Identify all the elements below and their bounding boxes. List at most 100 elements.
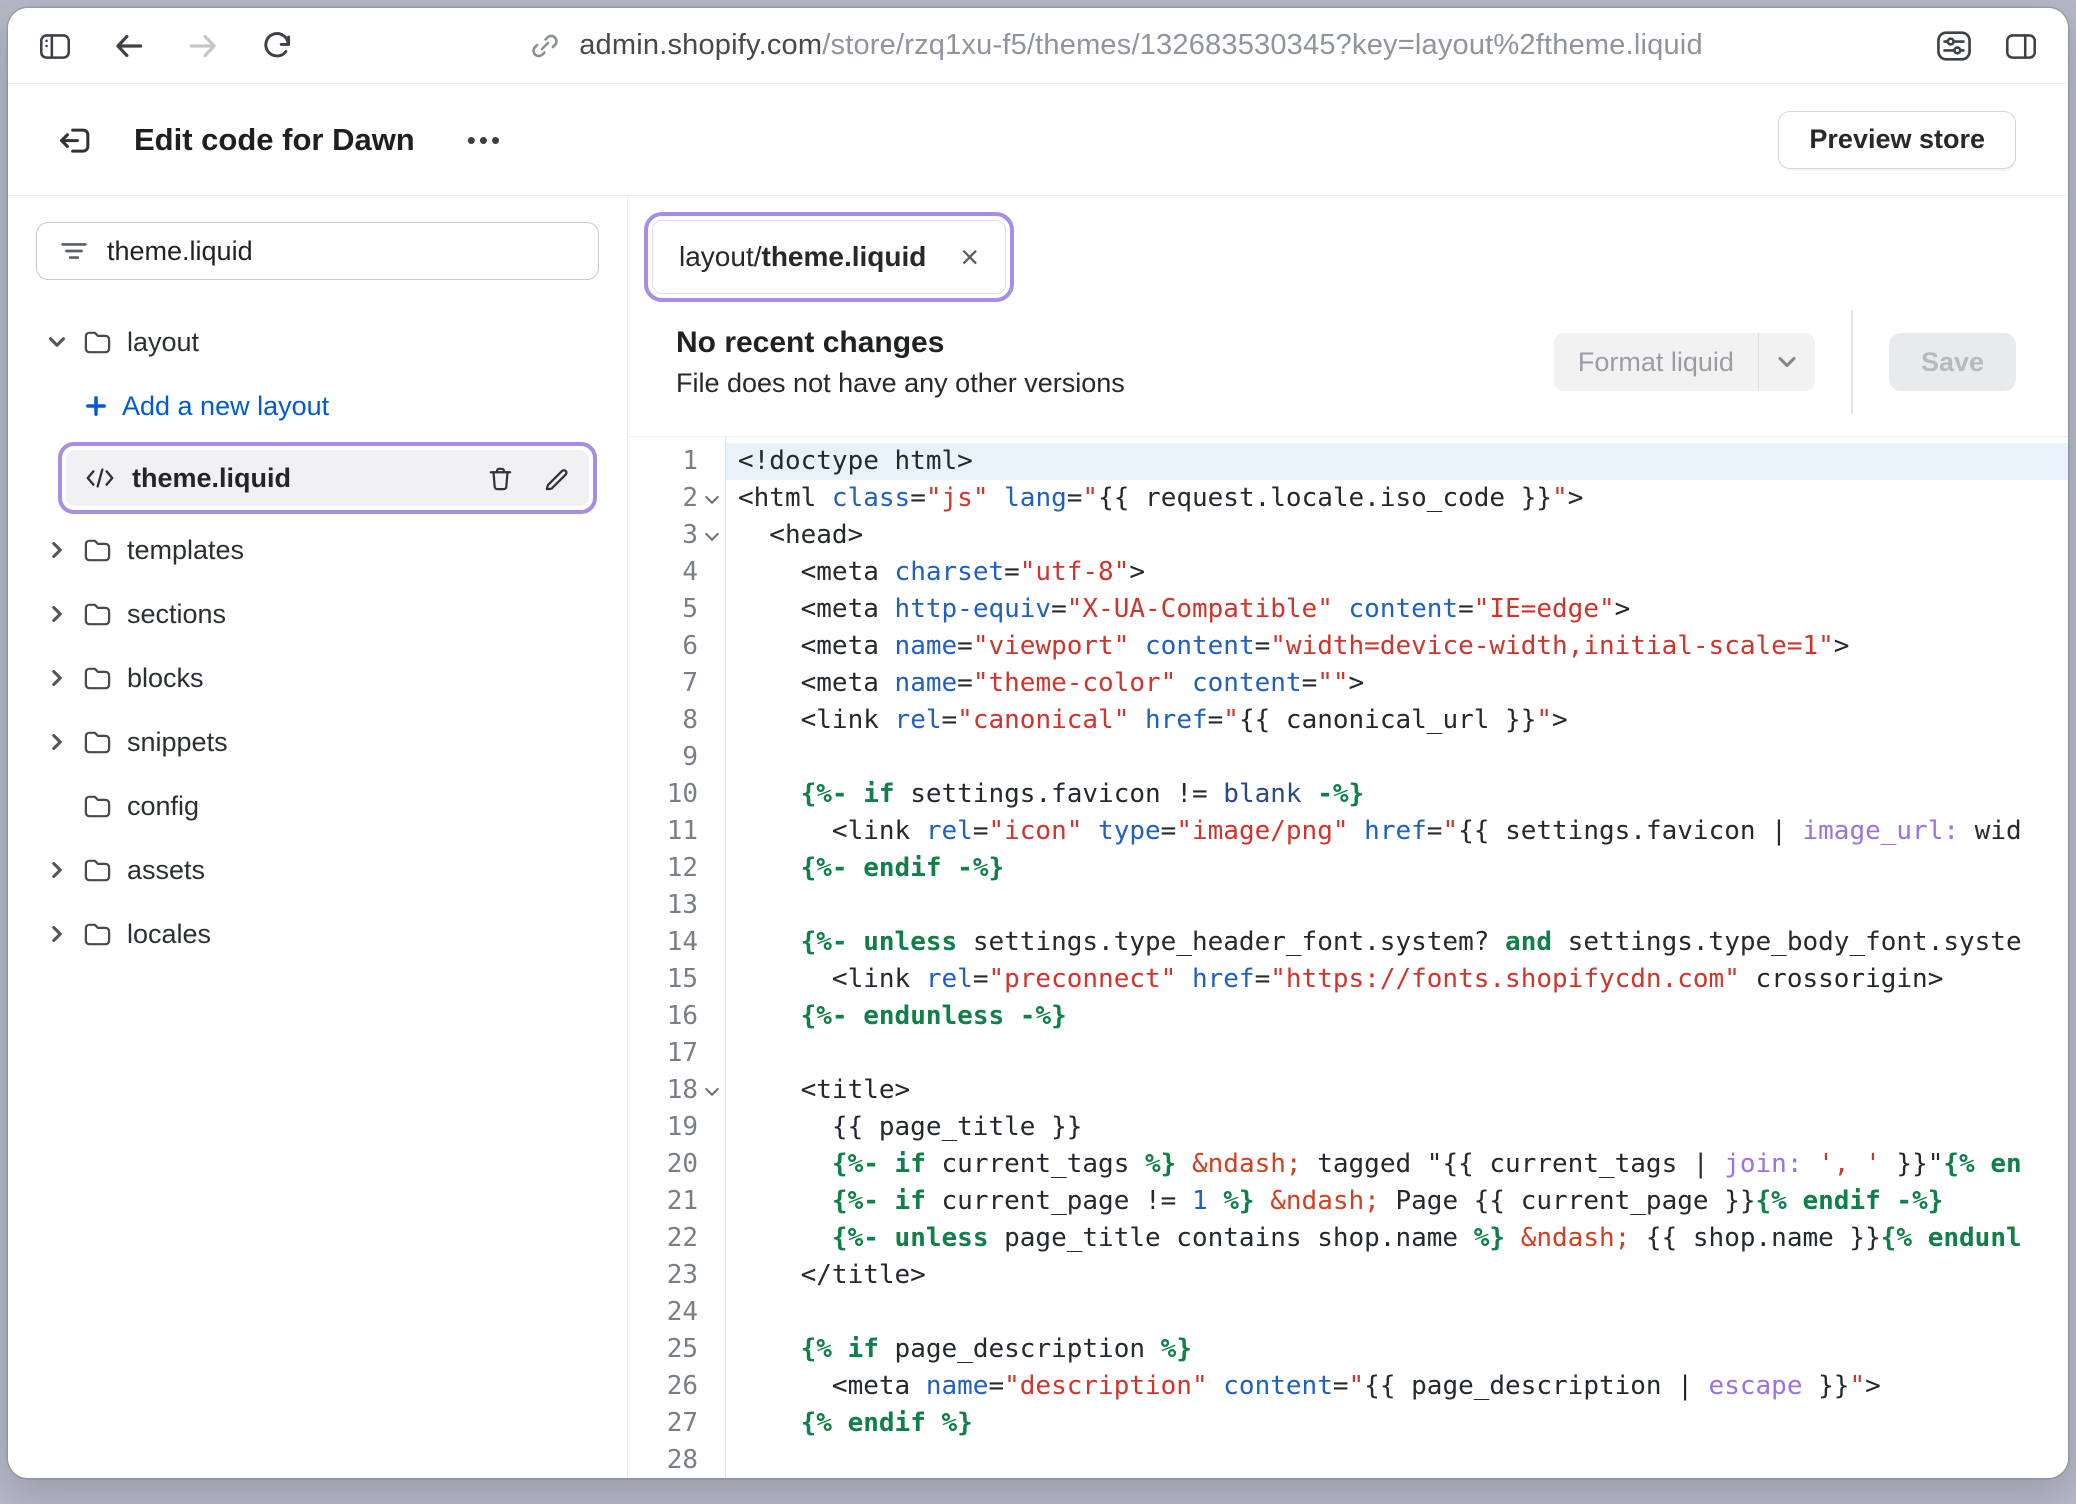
browser-customize-button[interactable] [1934,26,1974,66]
sidebar-item-templates[interactable]: templates [36,518,599,582]
line-number: 22 [628,1220,698,1257]
save-button[interactable]: Save [1889,333,2016,391]
exit-editor-button[interactable] [54,119,96,161]
code-line[interactable]: 8 <link rel="canonical" href="{{ canonic… [628,702,2068,739]
code-line[interactable]: 6 <meta name="viewport" content="width=d… [628,628,2068,665]
app-header: Edit code for Dawn ••• Preview store [8,84,2068,196]
add-new-layout-button[interactable]: Add a new layout [36,374,599,438]
tab-bar: layout/theme.liquid × [628,196,2068,302]
code-line[interactable]: 9 [628,739,2068,776]
chevron-right-icon[interactable] [42,857,72,883]
code-line[interactable]: 5 <meta http-equiv="X-UA-Compatible" con… [628,591,2068,628]
code-line[interactable]: 4 <meta charset="utf-8"> [628,554,2068,591]
url-bar[interactable]: admin.shopify.com/store/rzq1xu-f5/themes… [296,28,1934,64]
code-line[interactable]: 14 {%- unless settings.type_header_font.… [628,924,2068,961]
line-number: 2 [628,480,698,517]
back-button[interactable] [110,27,148,65]
folder-icon [82,327,113,358]
code-line[interactable]: 23 </title> [628,1257,2068,1294]
browser-sidebar-right-toggle-button[interactable] [2002,27,2040,65]
code-line[interactable]: 10 {%- if settings.favicon != blank -%} [628,776,2068,813]
sidebar-item-blocks[interactable]: blocks [36,646,599,710]
code-line[interactable]: 2<html class="js" lang="{{ request.local… [628,480,2068,517]
folder-label: layout [127,327,199,358]
code-editor[interactable]: 1<!doctype html>2<html class="js" lang="… [628,436,2068,1478]
code-line[interactable]: 25 {% if page_description %} [628,1331,2068,1368]
code-line[interactable]: 12 {%- endif -%} [628,850,2068,887]
tab-theme-liquid[interactable]: layout/theme.liquid × [652,220,1006,294]
format-dropdown-button[interactable] [1759,348,1815,376]
line-number: 17 [628,1035,698,1072]
sidebar-item-snippets[interactable]: snippets [36,710,599,774]
line-number: 27 [628,1405,698,1442]
fold-toggle-icon[interactable] [698,1072,725,1109]
forward-button[interactable] [184,27,222,65]
fold-toggle-icon[interactable] [698,480,725,517]
sidebar-item-locales[interactable]: locales [36,902,599,966]
code-line[interactable]: 18 <title> [628,1072,2068,1109]
code-line[interactable]: 27 {% endif %} [628,1405,2068,1442]
line-number: 18 [628,1072,698,1109]
code-line[interactable]: 15 <link rel="preconnect" href="https://… [628,961,2068,998]
browser-toolbar: admin.shopify.com/store/rzq1xu-f5/themes… [8,8,2068,84]
code-line[interactable]: 21 {%- if current_page != 1 %} &ndash; P… [628,1183,2068,1220]
folder-label: locales [127,919,211,950]
folder-label: templates [127,535,244,566]
sidebar-item-config[interactable]: config [36,774,599,838]
code-line[interactable]: 3 <head> [628,517,2068,554]
format-liquid-button[interactable]: Format liquid [1554,333,1816,391]
file-search [36,222,599,280]
line-number: 15 [628,961,698,998]
sidebar-item-assets[interactable]: assets [36,838,599,902]
code-line[interactable]: 26 <meta name="description" content="{{ … [628,1368,2068,1405]
tab-close-button[interactable]: × [960,241,979,273]
file-search-input[interactable] [107,236,578,267]
line-number: 5 [628,591,698,628]
line-number: 11 [628,813,698,850]
chevron-right-icon[interactable] [42,729,72,755]
code-line[interactable]: 24 [628,1294,2068,1331]
file-tree: layout Add a new layout [36,310,599,966]
code-line[interactable]: 16 {%- endunless -%} [628,998,2068,1035]
code-line[interactable]: 13 [628,887,2068,924]
folder-label: sections [127,599,226,630]
add-layout-label: Add a new layout [122,391,329,422]
fold-toggle-icon[interactable] [698,517,725,554]
rename-file-button[interactable] [540,463,571,494]
code-line[interactable]: 17 [628,1035,2068,1072]
sidebar-item-theme-liquid[interactable]: theme.liquid [66,450,589,506]
code-line[interactable]: 28 [628,1442,2068,1478]
line-number: 19 [628,1109,698,1146]
code-line[interactable]: 22 {%- unless page_title contains shop.n… [628,1220,2068,1257]
editor-pane: layout/theme.liquid × No recent changes … [628,196,2068,1478]
code-line[interactable]: 20 {%- if current_tags %} &ndash; tagged… [628,1146,2068,1183]
status-subtitle: File does not have any other versions [676,368,1125,399]
overflow-menu-button[interactable]: ••• [459,119,511,161]
chevron-right-icon[interactable] [42,921,72,947]
line-number: 6 [628,628,698,665]
code-line[interactable]: 19 {{ page_title }} [628,1109,2068,1146]
line-number: 7 [628,665,698,702]
code-line[interactable]: 7 <meta name="theme-color" content=""> [628,665,2068,702]
folder-icon [82,663,113,694]
sidebar-item-sections[interactable]: sections [36,582,599,646]
chevron-right-icon[interactable] [42,665,72,691]
chevron-right-icon[interactable] [42,601,72,627]
folder-icon [82,791,113,822]
editor-toolbar: No recent changes File does not have any… [628,302,2068,436]
folder-label: blocks [127,663,204,694]
line-number: 3 [628,517,698,554]
line-number: 14 [628,924,698,961]
chevron-right-icon[interactable] [42,537,72,563]
filter-icon [57,234,91,268]
reload-button[interactable] [258,27,296,65]
sidebar-item-layout[interactable]: layout [36,310,599,374]
preview-store-button[interactable]: Preview store [1778,111,2016,169]
chevron-down-icon[interactable] [42,329,72,355]
code-line[interactable]: 1<!doctype html> [628,443,2068,480]
plus-icon [82,392,110,420]
folder-icon [82,727,113,758]
delete-file-button[interactable] [485,463,516,494]
browser-sidebar-toggle-button[interactable] [36,27,74,65]
code-line[interactable]: 11 <link rel="icon" type="image/png" hre… [628,813,2068,850]
